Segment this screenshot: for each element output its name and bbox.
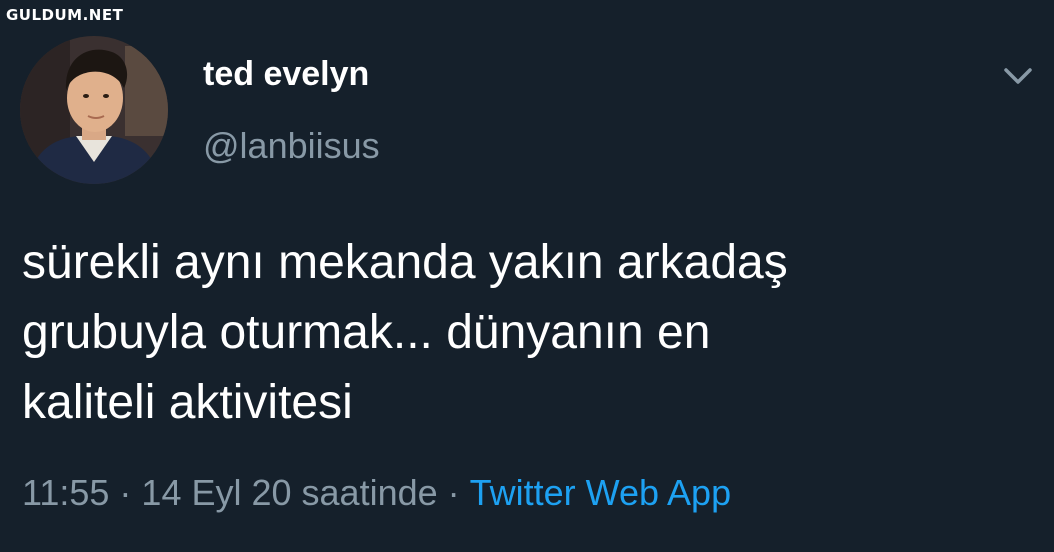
author-name[interactable]: ted evelyn: [203, 55, 369, 94]
tweet-text: sürekli aynı mekanda yakın arkadaş grubu…: [22, 236, 788, 429]
author-handle[interactable]: @lanbiisus: [203, 125, 380, 167]
tweet-meta: 11:55 · 14 Eyl 20 saatinde · Twitter Web App: [22, 472, 731, 514]
chevron-down-icon[interactable]: [1000, 58, 1036, 94]
tweet-source-link[interactable]: Twitter Web App: [470, 472, 731, 513]
meta-separator: ·: [119, 472, 132, 513]
avatar[interactable]: [20, 36, 168, 184]
tweet-date[interactable]: 14 Eyl 20 saatinde: [141, 472, 437, 513]
tweet-time[interactable]: 11:55: [22, 472, 109, 513]
meta-separator: ·: [447, 472, 460, 513]
avatar-photo: [20, 36, 168, 184]
tweet-card: ted evelyn @lanbiisus sürekli aynı mekan…: [0, 0, 1054, 552]
